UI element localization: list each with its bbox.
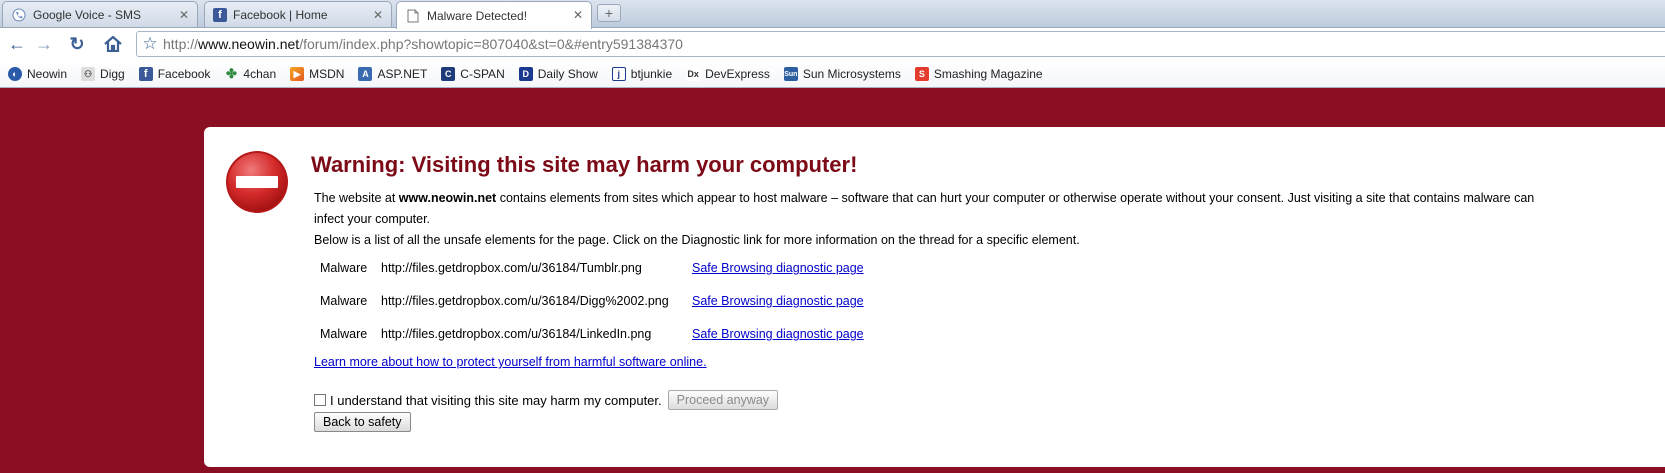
stop-sign-icon xyxy=(226,151,288,213)
bookmark-sun-microsystems[interactable]: Sun Sun Microsystems xyxy=(783,67,901,81)
back-arrow-icon[interactable]: ← xyxy=(4,31,30,57)
proceed-anyway-button[interactable]: Proceed anyway xyxy=(667,390,779,410)
forward-arrow-icon[interactable]: → xyxy=(31,31,57,57)
tab-title: Facebook | Home xyxy=(233,8,328,22)
close-tab-icon[interactable]: ✕ xyxy=(179,8,189,22)
address-bar[interactable]: ☆ http://www.neowin.net/forum/index.php?… xyxy=(136,31,1665,57)
warning-intro: The website at www.neowin.net contains e… xyxy=(314,191,1535,205)
bookmark-facebook[interactable]: f Facebook xyxy=(138,67,210,81)
page-icon xyxy=(405,8,421,24)
bookmark-btjunkie[interactable]: j btjunkie xyxy=(611,67,672,81)
back-to-safety-button[interactable]: Back to safety xyxy=(314,412,411,432)
sun-icon: Sun xyxy=(783,67,798,81)
bookmarks-bar: ◐ Neowin ⚇ Digg f Facebook ✤ 4chan ▶ MSDN A AS… xyxy=(0,61,1665,88)
consent-label: I understand that visiting this site may… xyxy=(330,392,662,408)
element-url: http://files.getdropbox.com/u/36184/Tumb… xyxy=(381,261,642,275)
diagnostic-link[interactable]: Safe Browsing diagnostic page xyxy=(692,261,864,275)
unsafe-list-intro: Below is a list of all the unsafe elemen… xyxy=(314,233,1080,247)
bookmark-neowin[interactable]: ◐ Neowin xyxy=(8,67,67,81)
btjunkie-icon: j xyxy=(611,67,626,81)
tab-strip: Google Voice - SMS ✕ f Facebook | Home ✕… xyxy=(0,0,1665,29)
bookmark-msdn[interactable]: ▶ MSDN xyxy=(290,67,344,81)
diagnostic-link[interactable]: Safe Browsing diagnostic page xyxy=(692,327,864,341)
dailyshow-icon: D xyxy=(518,67,533,81)
tab-facebook[interactable]: f Facebook | Home ✕ xyxy=(204,1,392,28)
cspan-icon: C xyxy=(441,67,456,81)
element-type: Malware xyxy=(320,327,368,341)
reload-icon[interactable]: ↻ xyxy=(64,31,90,57)
phone-icon xyxy=(11,7,27,23)
toolbar: ← → ↻ ☆ http://www.neowin.net/forum/inde… xyxy=(0,28,1665,61)
facebook-icon: f xyxy=(213,8,227,22)
close-tab-icon[interactable]: ✕ xyxy=(373,8,383,22)
bookmark-daily-show[interactable]: D Daily Show xyxy=(518,67,598,81)
new-tab-button[interactable]: + xyxy=(597,4,621,22)
bookmark-devexpress[interactable]: Dx DevExpress xyxy=(686,67,770,81)
aspnet-icon: A xyxy=(358,67,373,81)
devexpress-icon: Dx xyxy=(686,67,701,81)
consent-row: I understand that visiting this site may… xyxy=(314,390,779,410)
tab-title: Google Voice - SMS xyxy=(33,8,142,22)
neowin-icon: ◐ xyxy=(8,67,22,81)
bookmark-digg[interactable]: ⚇ Digg xyxy=(81,67,125,81)
digg-icon: ⚇ xyxy=(81,67,96,81)
learn-more-link[interactable]: Learn more about how to protect yourself… xyxy=(314,355,707,369)
bookmark-cspan[interactable]: C C-SPAN xyxy=(441,67,505,81)
tab-malware-detected[interactable]: Malware Detected! ✕ xyxy=(396,1,592,29)
warning-title: Warning: Visiting this site may harm you… xyxy=(311,152,858,177)
bookmark-4chan[interactable]: ✤ 4chan xyxy=(224,66,276,81)
tab-title: Malware Detected! xyxy=(427,8,528,23)
element-url: http://files.getdropbox.com/u/36184/Digg… xyxy=(381,294,669,308)
url-text[interactable]: http://www.neowin.net/forum/index.php?sh… xyxy=(163,36,683,52)
element-url: http://files.getdropbox.com/u/36184/Link… xyxy=(381,327,652,341)
element-type: Malware xyxy=(320,294,368,308)
star-bookmark-icon[interactable]: ☆ xyxy=(137,34,163,54)
warning-intro-line2: infect your computer. xyxy=(314,212,431,226)
facebook-icon: f xyxy=(138,67,153,81)
element-type: Malware xyxy=(320,261,368,275)
home-icon[interactable] xyxy=(100,31,126,57)
bookmark-aspnet[interactable]: A ASP.NET xyxy=(358,67,427,81)
close-tab-icon[interactable]: ✕ xyxy=(573,8,583,22)
clover-icon: ✤ xyxy=(225,66,237,81)
msdn-icon: ▶ xyxy=(290,67,305,81)
smashing-icon: S xyxy=(914,67,929,81)
warning-site: www.neowin.net xyxy=(398,191,497,205)
tab-google-voice[interactable]: Google Voice - SMS ✕ xyxy=(2,1,198,28)
bookmark-smashing-magazine[interactable]: S Smashing Magazine xyxy=(914,67,1043,81)
diagnostic-link[interactable]: Safe Browsing diagnostic page xyxy=(692,294,864,308)
consent-checkbox[interactable] xyxy=(314,394,326,406)
